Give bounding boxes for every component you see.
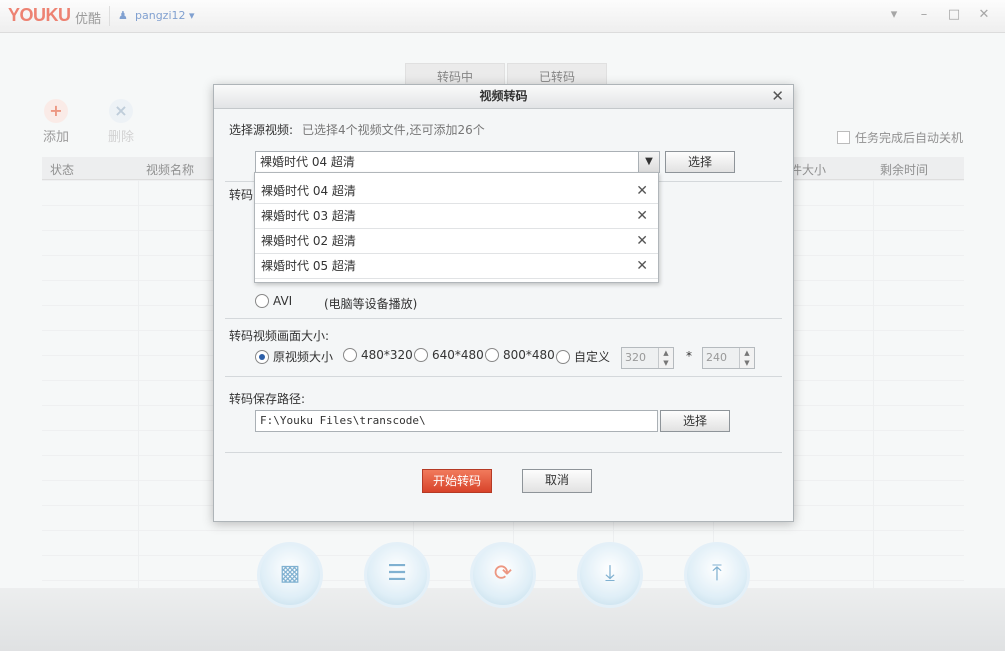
size-option-label: 自定义 xyxy=(574,350,611,364)
save-path-input[interactable]: F:\Youku Files\transcode\ xyxy=(255,410,658,432)
avi-description: (电脑等设备播放) xyxy=(324,297,418,311)
path-select-button[interactable]: 选择 xyxy=(660,410,730,432)
remove-icon[interactable]: ✕ xyxy=(636,254,648,278)
size-option-original[interactable]: 原视频大小 xyxy=(255,348,333,365)
radio-icon xyxy=(255,294,269,308)
custom-width-stepper[interactable]: 320 ▲ ▼ xyxy=(621,347,674,369)
remove-icon[interactable]: ✕ xyxy=(636,204,648,228)
dropdown-item-label: 裸婚时代 05 超清 xyxy=(261,259,356,273)
source-video-value: 裸婚时代 04 超清 xyxy=(260,155,355,169)
size-option-label: 480*320 xyxy=(361,348,413,362)
radio-selected-icon xyxy=(255,350,269,364)
dropdown-item[interactable]: 裸婚时代 05 超清 ✕ xyxy=(255,254,658,279)
size-times-sign: * xyxy=(686,349,692,363)
custom-width-value: 320 xyxy=(625,351,646,364)
format-option-avi[interactable]: AVI xyxy=(255,294,292,308)
path-label: 转码保存路径: xyxy=(229,392,306,406)
radio-icon xyxy=(485,348,499,362)
dropdown-item[interactable]: 裸婚时代 04 超清 ✕ xyxy=(255,179,658,204)
stepper-up-icon[interactable]: ▲ xyxy=(658,348,673,358)
custom-height-stepper[interactable]: 240 ▲ ▼ xyxy=(702,347,755,369)
remove-icon[interactable]: ✕ xyxy=(636,229,648,253)
dialog-title-bar: 视频转码 ✕ xyxy=(214,85,793,109)
source-hint: 已选择4个视频文件,还可添加26个 xyxy=(302,123,485,137)
chevron-down-icon[interactable]: ▼ xyxy=(638,152,659,172)
size-option-640x480[interactable]: 640*480 xyxy=(414,348,484,362)
dropdown-item[interactable]: 裸婚时代 02 超清 ✕ xyxy=(255,229,658,254)
size-option-label: 原视频大小 xyxy=(273,350,334,364)
dropdown-item-label: 裸婚时代 03 超清 xyxy=(261,209,356,223)
remove-icon[interactable]: ✕ xyxy=(636,179,648,203)
divider xyxy=(225,376,782,377)
size-option-800x480[interactable]: 800*480 xyxy=(485,348,555,362)
size-option-label: 640*480 xyxy=(432,348,484,362)
avi-label: AVI xyxy=(273,294,293,308)
dropdown-item-label: 裸婚时代 04 超清 xyxy=(261,184,356,198)
dialog-title: 视频转码 xyxy=(479,89,528,103)
size-option-custom[interactable]: 自定义 xyxy=(556,348,610,365)
radio-icon xyxy=(556,350,570,364)
custom-height-value: 240 xyxy=(706,351,727,364)
radio-icon xyxy=(343,348,357,362)
radio-icon xyxy=(414,348,428,362)
size-option-480x320[interactable]: 480*320 xyxy=(343,348,413,362)
source-video-select[interactable]: 裸婚时代 04 超清 ▼ xyxy=(255,151,660,173)
source-label: 选择源视频: xyxy=(229,123,294,137)
dropdown-item-label: 裸婚时代 02 超清 xyxy=(261,234,356,248)
start-transcode-button[interactable]: 开始转码 xyxy=(422,469,492,493)
cancel-button[interactable]: 取消 xyxy=(522,469,592,493)
size-option-label: 800*480 xyxy=(503,348,555,362)
dropdown-item[interactable]: 裸婚时代 03 超清 ✕ xyxy=(255,204,658,229)
size-label: 转码视频画面大小: xyxy=(229,329,330,343)
dialog-close-icon[interactable]: ✕ xyxy=(771,85,784,108)
divider xyxy=(225,452,782,453)
divider xyxy=(225,318,782,319)
transcode-dialog: 视频转码 ✕ 选择源视频: 已选择4个视频文件,还可添加26个 裸婚时代 04 … xyxy=(213,84,794,522)
stepper-down-icon[interactable]: ▼ xyxy=(658,358,673,368)
format-label: 转码 xyxy=(229,188,254,202)
stepper-down-icon[interactable]: ▼ xyxy=(739,358,754,368)
source-select-button[interactable]: 选择 xyxy=(665,151,735,173)
stepper-up-icon[interactable]: ▲ xyxy=(739,348,754,358)
source-video-dropdown: 裸婚时代 04 超清 ✕ 裸婚时代 03 超清 ✕ 裸婚时代 02 超清 ✕ 裸… xyxy=(254,172,659,283)
